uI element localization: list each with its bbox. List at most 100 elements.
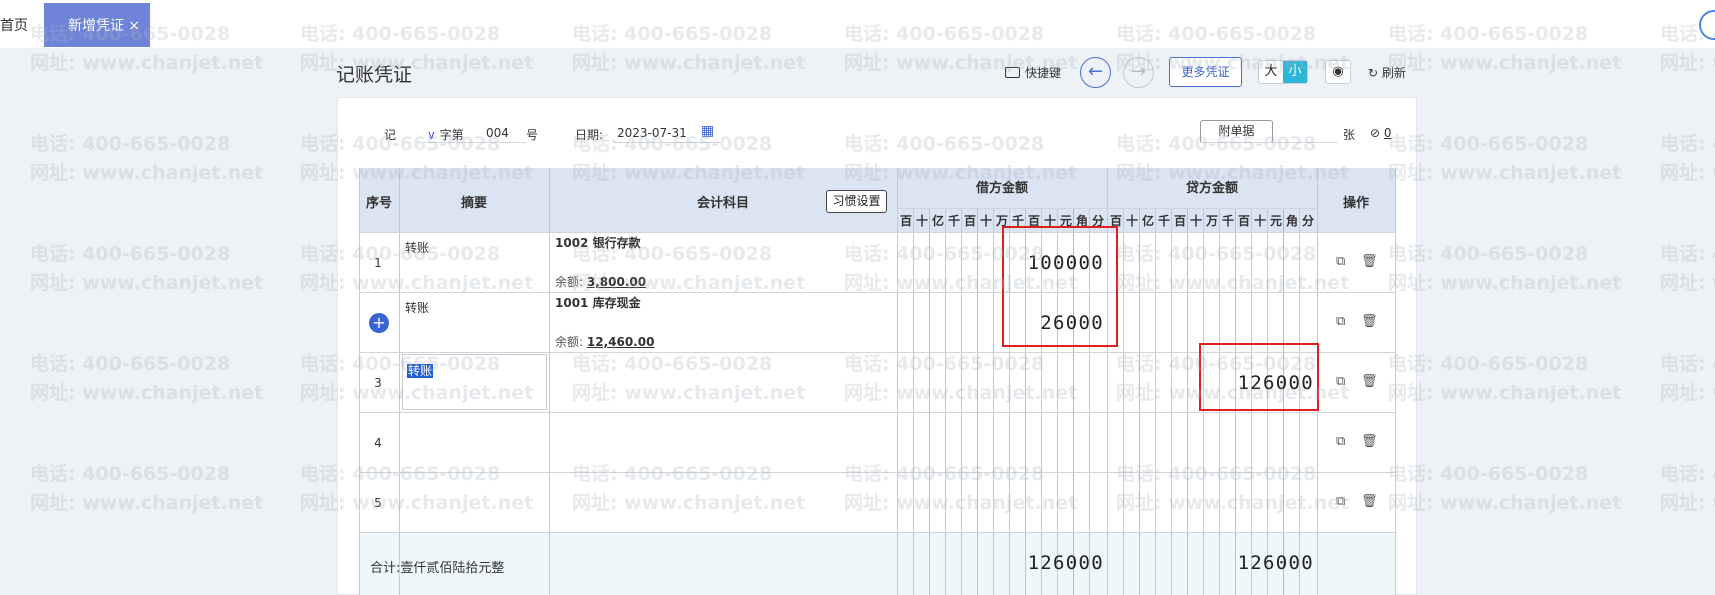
eye-icon[interactable]: ◉ [1325,60,1351,84]
attach-button[interactable]: 附单据 [1200,120,1273,143]
row-summary[interactable]: 转账 [405,299,429,316]
refresh-icon: ↻ [1368,66,1379,80]
selected-summary-text: 转账 [407,364,434,378]
watermark-text: 电话: 400-665-0028网址: www.chanjet.net [30,353,264,404]
row-number: 4 [374,436,382,450]
row-summary[interactable]: 转账 [405,239,429,256]
tab-home[interactable]: 首页 [0,0,40,48]
grid-line [359,472,1395,473]
watermark-text: 电话: 400-665-0028网址: www.chanjet.net [1660,133,1715,184]
size-small-button[interactable]: 小 [1283,61,1307,83]
credit-digit-header: 亿 [1141,214,1154,228]
grid-line [359,292,1395,293]
delete-icon[interactable]: 🗑 [1361,494,1378,509]
grid-line [1155,208,1156,595]
size-toggle: 大 小 [1258,60,1308,84]
keyboard-icon [1005,67,1020,78]
delete-icon[interactable]: 🗑 [1361,374,1378,389]
balance-value[interactable]: 12,460.00 [587,335,655,349]
copy-icon[interactable]: ⧉ [1336,254,1345,269]
prev-voucher-button[interactable]: ← [1080,57,1111,88]
size-large-button[interactable]: 大 [1259,61,1283,83]
row-summary-selected[interactable]: 转账 [407,362,434,379]
balance-label: 余额: [555,335,584,349]
column-header-seq: 序号 [365,196,392,211]
watermark-text: 电话: 400-665-0028网址: www.chanjet.net [30,243,264,294]
grid-line [1123,208,1124,595]
debit-digit-header: 亿 [931,214,944,228]
attachment-count: 0 [1383,126,1392,140]
more-voucher-button[interactable]: 更多凭证 [1169,57,1242,87]
total-debit-amount: 126000 [1027,552,1104,574]
column-header-summary: 摘要 [460,196,487,211]
shortcut-button[interactable]: 快捷键 [1005,64,1061,81]
credit-digit-header: 十 [1253,214,1266,228]
debit-digit-header: 十 [915,214,928,228]
row-account[interactable]: 1001 库存现金 [555,294,641,311]
credit-highlight-box [1199,343,1319,411]
voucher-table: 序号 摘要 会计科目 借方金额 贷方金额 操作 百十亿千百十万千百十元角分 百十… [359,168,1396,595]
credit-digit-header: 百 [1173,214,1186,228]
grid-line [1395,168,1396,595]
delete-icon[interactable]: 🗑 [1361,314,1378,329]
voucher-type: 记 [384,128,397,142]
grid-line [1171,208,1172,595]
add-row-icon[interactable]: + [369,313,389,333]
total-label: 合计:壹仟贰佰陆拾元整 [370,557,504,576]
row-number: 1 [374,256,382,270]
watermark-text: 电话: 400-665-0028网址: www.chanjet.net [1388,463,1622,514]
watermark-text: 电话: 400-665-0028网址: www.chanjet.net [1388,243,1622,294]
total-credit-amount: 126000 [1237,552,1314,574]
refresh-label: 刷新 [1381,66,1406,80]
copy-icon[interactable]: ⧉ [1336,314,1345,329]
voucher-number-input[interactable]: 004 [486,126,509,140]
watermark-text: 电话: 400-665-0028网址: www.chanjet.net [1388,353,1622,404]
next-voucher-button[interactable]: → [1123,57,1154,88]
close-icon[interactable]: × [128,3,140,49]
copy-icon[interactable]: ⧉ [1336,494,1345,509]
hao-label: 号 [526,128,539,142]
date-label: 日期: [575,128,604,142]
tab-new-voucher[interactable]: 新增凭证 × [44,3,150,47]
credit-digit-header: 百 [1237,214,1250,228]
attachment-link[interactable]: ⊘ 0 [1370,126,1392,140]
voucher-type-select[interactable]: ∨ 字第 [427,126,464,143]
credit-digit-header: 元 [1269,214,1282,228]
refresh-button[interactable]: ↻ 刷新 [1368,64,1406,81]
voucher-number-underline [424,142,526,143]
delete-icon[interactable]: 🗑 [1361,434,1378,449]
copy-icon[interactable]: ⧉ [1336,374,1345,389]
attach-underline [1200,142,1338,143]
paperclip-icon: ⊘ [1370,126,1381,140]
balance-value[interactable]: 3,800.00 [587,275,646,289]
row-account[interactable]: 1002 银行存款 [555,234,641,251]
row-balance: 余额: 12,460.00 [555,333,654,350]
grid-line [359,232,1395,233]
credit-digit-header: 千 [1157,214,1170,228]
calendar-icon[interactable]: ▦ [701,123,714,139]
date-input[interactable]: 2023-07-31 [617,126,687,140]
balance-label: 余额: [555,275,584,289]
debit-highlight-box [1002,226,1118,347]
tab-bar: 首页 新增凭证 × [0,0,1715,48]
delete-icon[interactable]: 🗑 [1361,254,1378,269]
shortcut-label: 快捷键 [1025,66,1062,80]
debit-digit-header: 百 [963,214,976,228]
watermark-text: 电话: 400-665-0028网址: www.chanjet.net [1388,133,1622,184]
watermark-text: 电话: 400-665-0028网址: www.chanjet.net [30,463,264,514]
habit-settings-button[interactable]: 习惯设置 [826,190,887,213]
grid-line [1187,208,1188,595]
column-header-credit: 贷方金额 [1185,181,1238,196]
watermark-text: 电话: 400-665-0028网址: www.chanjet.net [1660,243,1715,294]
row-number: 3 [374,376,382,390]
avatar[interactable] [1699,10,1715,40]
grid-line [1139,208,1140,595]
chevron-down-icon: ∨ [427,128,436,142]
credit-digit-header: 分 [1301,214,1314,228]
credit-digit-header: 十 [1189,214,1202,228]
debit-digit-header: 十 [979,214,992,228]
zhang-label: 张 [1343,128,1356,142]
credit-digit-header: 角 [1285,214,1298,228]
copy-icon[interactable]: ⧉ [1336,434,1345,449]
grid-line [359,412,1395,413]
